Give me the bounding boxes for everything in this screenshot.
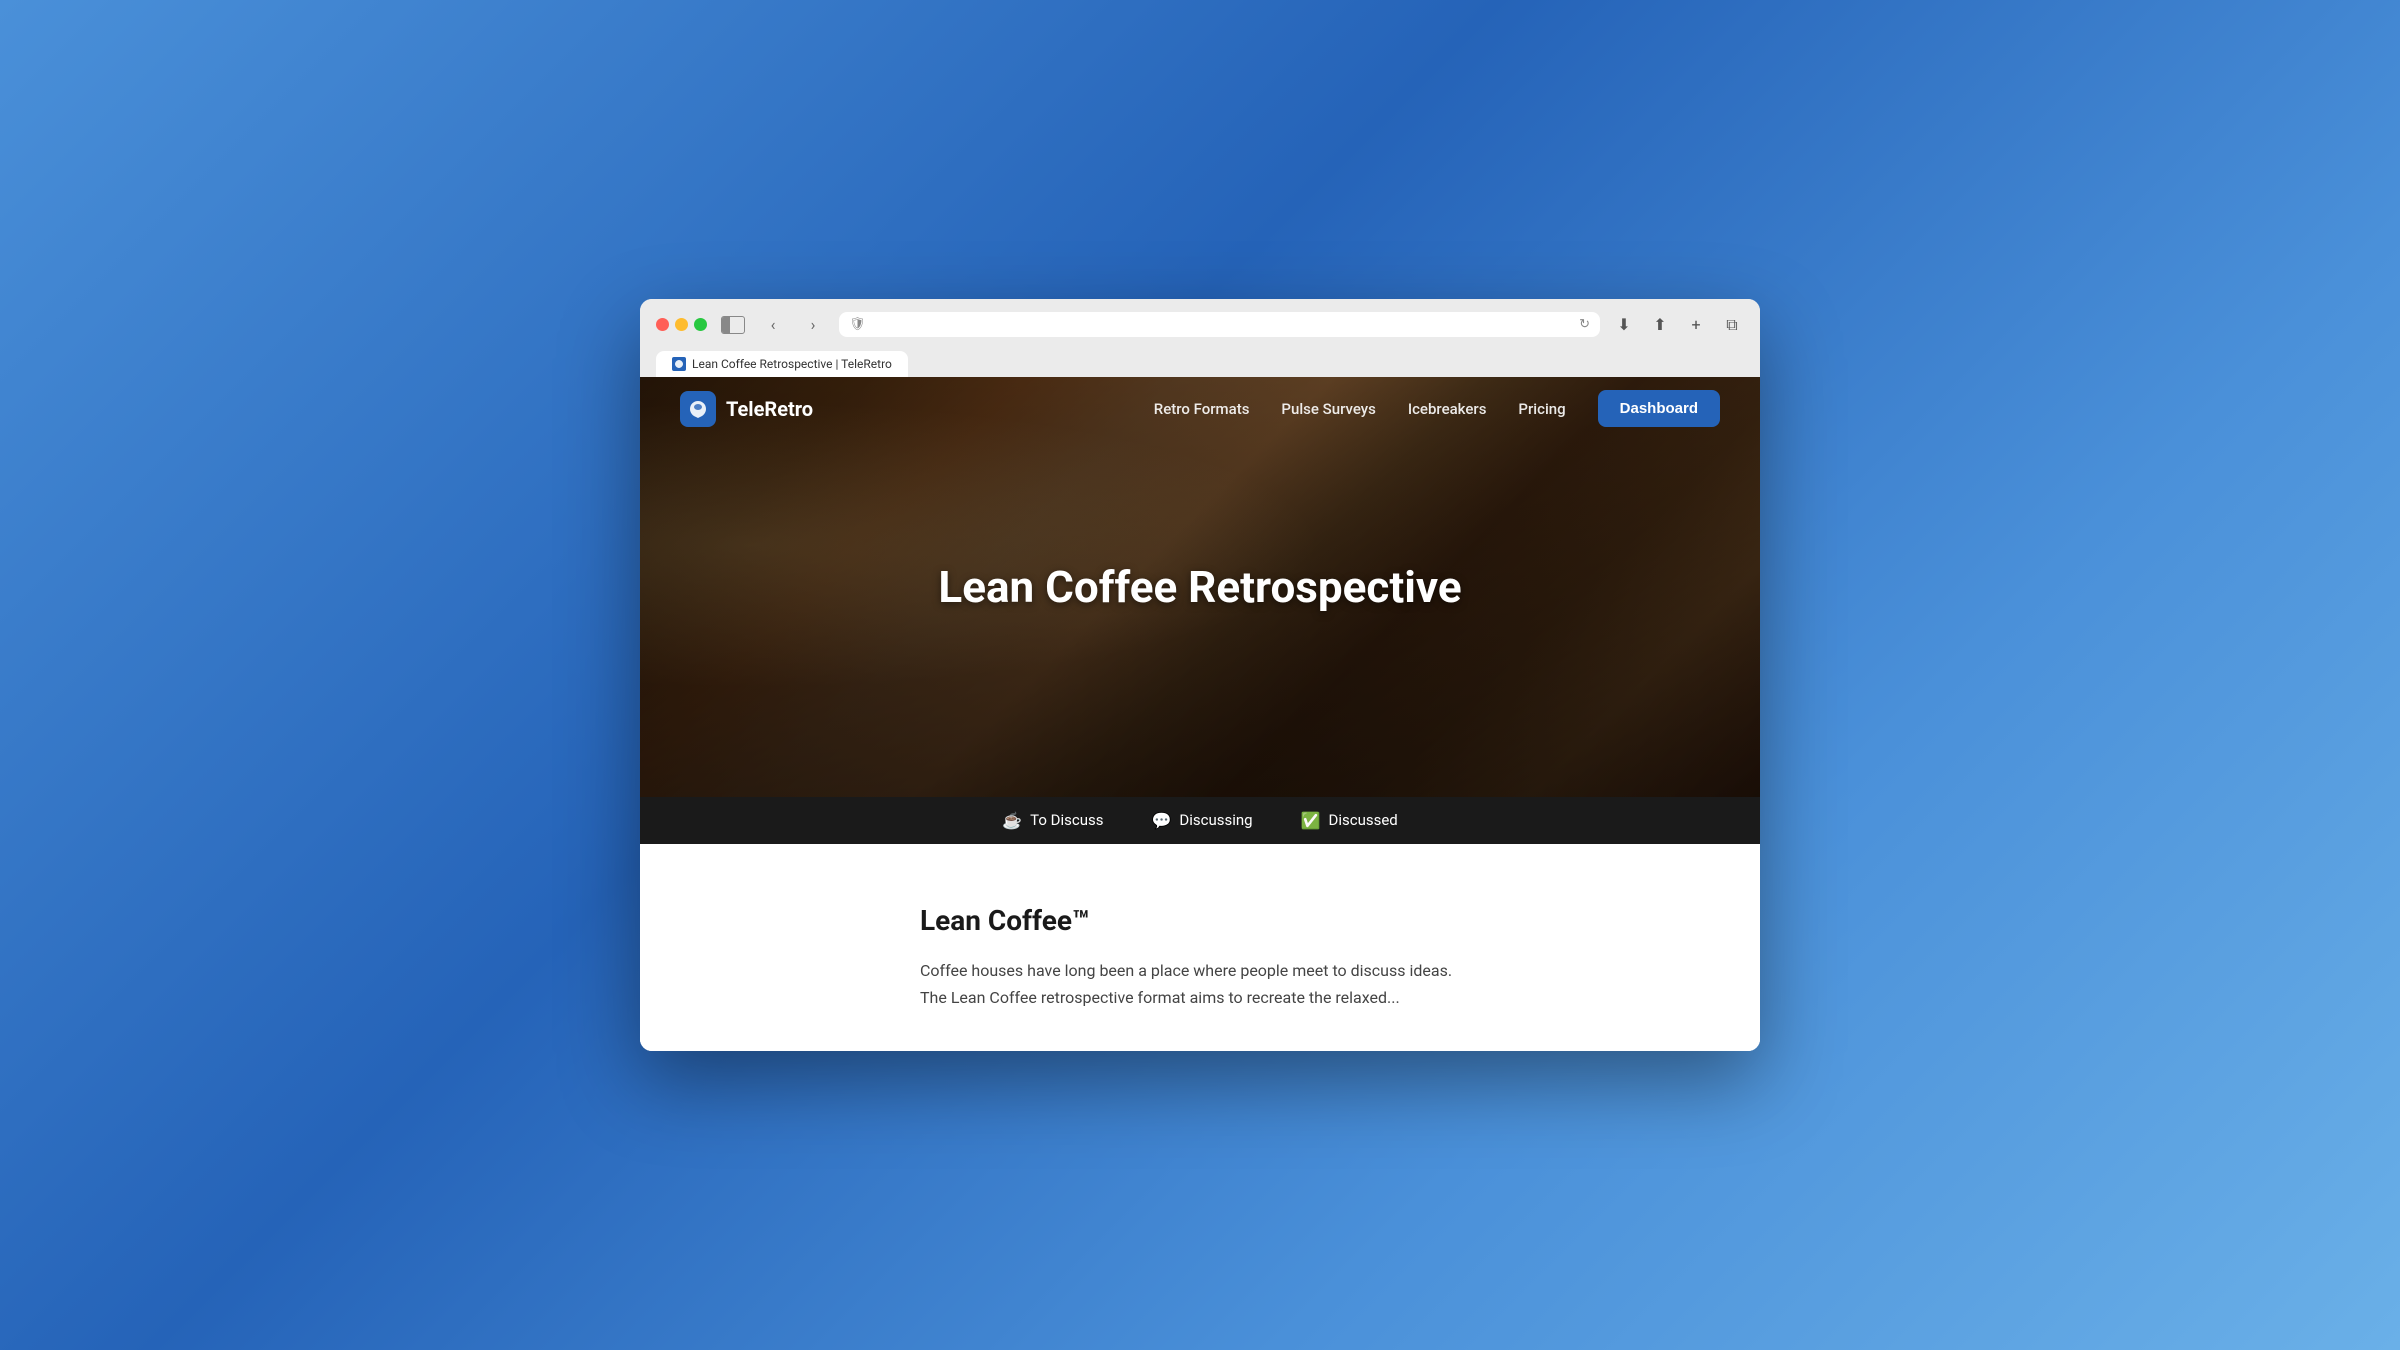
status-discussing[interactable]: 💬 Discussing bbox=[1151, 811, 1252, 830]
forward-button[interactable]: › bbox=[799, 311, 827, 339]
section-title: Lean Coffee™ bbox=[920, 904, 1480, 937]
minimize-button[interactable] bbox=[675, 318, 688, 331]
browser-chrome: ‹ › 🛡 ↻ ⬇ ⬆ + ⧉ bbox=[640, 299, 1760, 377]
logo-icon bbox=[680, 391, 716, 427]
new-tab-button[interactable]: + bbox=[1684, 313, 1708, 337]
tab-overview-button[interactable]: ⧉ bbox=[1720, 313, 1744, 337]
status-discussed[interactable]: ✅ Discussed bbox=[1301, 811, 1398, 830]
active-tab[interactable]: Lean Coffee Retrospective | TeleRetro bbox=[656, 351, 908, 377]
nav-pricing[interactable]: Pricing bbox=[1518, 400, 1565, 418]
forward-icon: › bbox=[811, 315, 816, 334]
logo[interactable]: TeleRetro bbox=[680, 391, 813, 427]
nav-links: Retro Formats Pulse Surveys Icebreakers … bbox=[1154, 390, 1720, 427]
logo-text: TeleRetro bbox=[726, 397, 813, 421]
share-button[interactable]: ⬆ bbox=[1648, 313, 1672, 337]
dashboard-button[interactable]: Dashboard bbox=[1598, 390, 1720, 427]
status-to-discuss[interactable]: ☕ To Discuss bbox=[1002, 811, 1103, 830]
content-section: Lean Coffee™ Coffee houses have long bee… bbox=[640, 844, 1760, 1051]
status-discussing-label: Discussing bbox=[1179, 811, 1252, 829]
sidebar-toggle-button[interactable] bbox=[719, 311, 747, 339]
section-text: Coffee houses have long been a place whe… bbox=[920, 957, 1480, 1011]
traffic-lights bbox=[656, 318, 707, 331]
browser-actions: ⬇ ⬆ + ⧉ bbox=[1612, 313, 1744, 337]
download-button[interactable]: ⬇ bbox=[1612, 313, 1636, 337]
security-icon: 🛡 bbox=[849, 317, 866, 332]
address-bar-container: 🛡 ↻ bbox=[839, 312, 1600, 337]
refresh-button[interactable]: ↻ bbox=[1579, 317, 1590, 332]
navigation: TeleRetro Retro Formats Pulse Surveys Ic… bbox=[640, 377, 1760, 441]
status-bar: ☕ To Discuss 💬 Discussing ✅ Discussed bbox=[640, 797, 1760, 844]
close-button[interactable] bbox=[656, 318, 669, 331]
tab-bar: Lean Coffee Retrospective | TeleRetro bbox=[656, 347, 1744, 377]
tab-label: Lean Coffee Retrospective | TeleRetro bbox=[692, 357, 892, 371]
hero-title: Lean Coffee Retrospective bbox=[938, 561, 1461, 613]
maximize-button[interactable] bbox=[694, 318, 707, 331]
checkmark-icon: ✅ bbox=[1301, 811, 1321, 830]
browser-top-bar: ‹ › 🛡 ↻ ⬇ ⬆ + ⧉ bbox=[656, 311, 1744, 339]
coffee-icon: ☕ bbox=[1002, 811, 1022, 830]
address-bar[interactable] bbox=[874, 317, 1572, 332]
nav-pulse-surveys[interactable]: Pulse Surveys bbox=[1281, 400, 1375, 418]
hero-section: TeleRetro Retro Formats Pulse Surveys Ic… bbox=[640, 377, 1760, 797]
nav-retro-formats[interactable]: Retro Formats bbox=[1154, 400, 1250, 418]
tab-favicon bbox=[672, 357, 686, 371]
browser-window: ‹ › 🛡 ↻ ⬇ ⬆ + ⧉ bbox=[640, 299, 1760, 1051]
nav-icebreakers[interactable]: Icebreakers bbox=[1408, 400, 1487, 418]
back-button[interactable]: ‹ bbox=[759, 311, 787, 339]
website-content: TeleRetro Retro Formats Pulse Surveys Ic… bbox=[640, 377, 1760, 1051]
back-icon: ‹ bbox=[771, 315, 776, 334]
status-discussed-label: Discussed bbox=[1329, 811, 1398, 829]
status-to-discuss-label: To Discuss bbox=[1030, 811, 1103, 829]
chat-icon: 💬 bbox=[1151, 811, 1171, 830]
